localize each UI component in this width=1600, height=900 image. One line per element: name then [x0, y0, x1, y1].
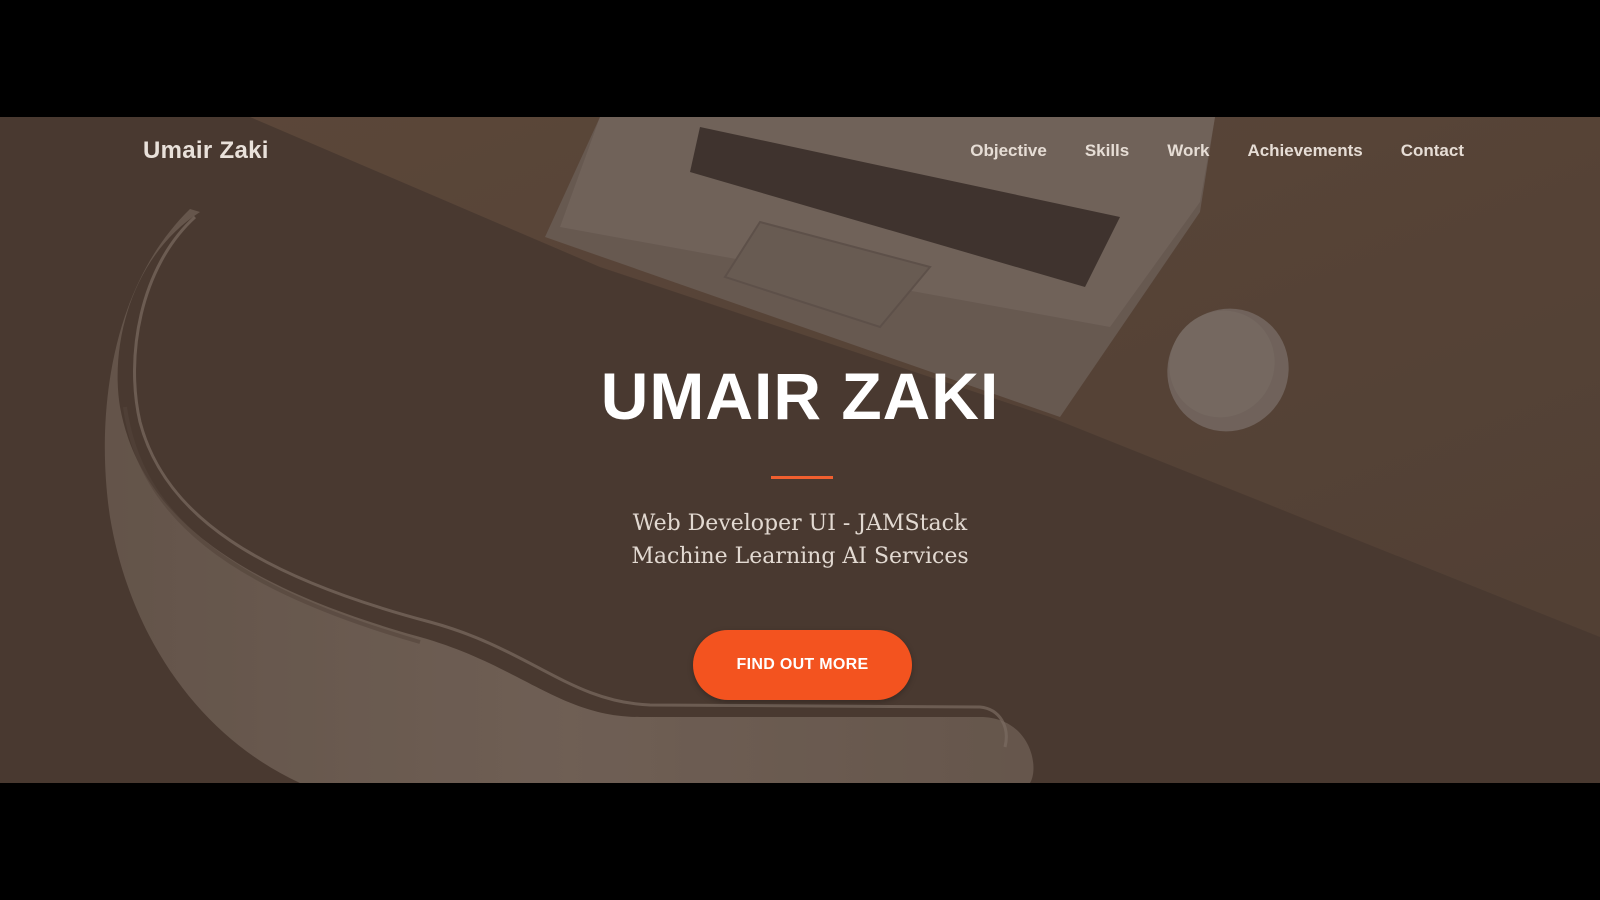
letterbox-top: [0, 0, 1600, 117]
video-frame: Umair Zaki Objective Skills Work Achieve…: [0, 0, 1600, 900]
title-divider: [771, 476, 833, 479]
subtitle-line-2: Machine Learning AI Services: [631, 544, 969, 569]
masthead-content: UMAIR ZAKI Web Developer UI - JAMStack M…: [0, 117, 1600, 783]
hero-section: Umair Zaki Objective Skills Work Achieve…: [0, 117, 1600, 783]
letterbox-bottom: [0, 783, 1600, 900]
find-out-more-button[interactable]: FIND OUT MORE: [693, 630, 912, 700]
hero-title: UMAIR ZAKI: [600, 359, 1000, 433]
subtitle-line-1: Web Developer UI - JAMStack: [632, 511, 968, 536]
hero-subtitle: Web Developer UI - JAMStack Machine Lear…: [0, 507, 1600, 573]
